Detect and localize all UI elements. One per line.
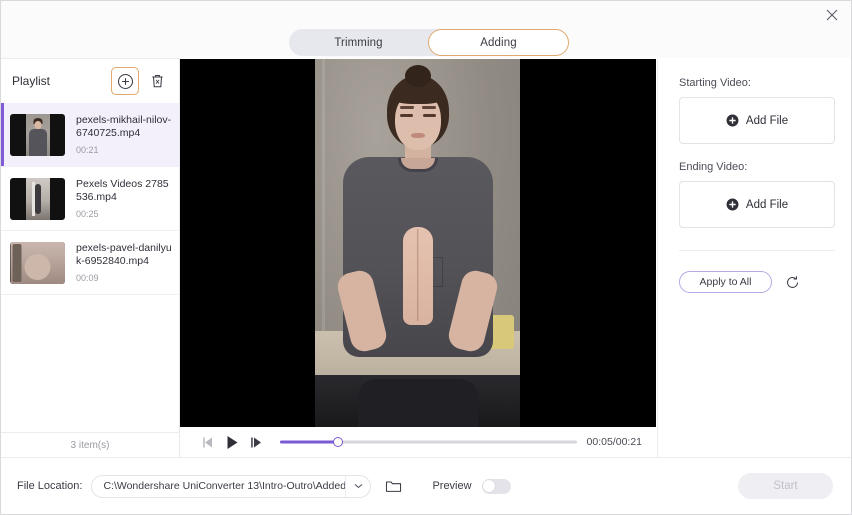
add-starting-video-button[interactable]: Add File bbox=[679, 97, 835, 144]
chevron-down-icon bbox=[354, 483, 363, 489]
toggle-knob bbox=[483, 480, 496, 492]
reset-icon bbox=[787, 275, 798, 288]
list-item-duration: 00:09 bbox=[76, 273, 99, 283]
title-bar bbox=[1, 1, 851, 28]
file-location-value: C:\Wondershare UniConverter 13\Intro-Out… bbox=[103, 480, 346, 492]
start-button-label: Start bbox=[773, 480, 798, 492]
subject-fringe bbox=[390, 87, 445, 104]
playlist-header: Playlist bbox=[1, 59, 179, 103]
apply-to-all-label: Apply to All bbox=[699, 276, 752, 288]
playback-time: 00:05/00:21 bbox=[586, 436, 642, 448]
slider-handle[interactable] bbox=[332, 437, 343, 447]
subject-legs bbox=[357, 379, 478, 427]
list-item-duration: 00:25 bbox=[76, 209, 99, 219]
file-location-dropdown-button[interactable] bbox=[345, 475, 370, 497]
eyebrow-left bbox=[399, 106, 414, 109]
folder-icon bbox=[385, 480, 401, 492]
file-location-field[interactable]: C:\Wondershare UniConverter 13\Intro-Out… bbox=[91, 474, 372, 498]
list-item[interactable]: pexels-mikhail-nilov-6740725.mp4 00:21 bbox=[1, 103, 179, 167]
list-item-meta: pexels-pavel-danilyuk-6952840.mp4 00:09 bbox=[65, 242, 179, 283]
close-icon bbox=[826, 9, 838, 20]
video-preview-stage[interactable] bbox=[180, 59, 656, 427]
panel-spacer bbox=[679, 144, 832, 161]
list-item-name: pexels-pavel-danilyuk-6952840.mp4 bbox=[76, 242, 172, 267]
intro-outro-panel: Starting Video: Add File Ending Video: A… bbox=[657, 59, 851, 458]
add-ending-video-button[interactable]: Add File bbox=[679, 181, 835, 228]
list-item-meta: pexels-mikhail-nilov-6740725.mp4 00:21 bbox=[65, 114, 179, 155]
eye-right-closed bbox=[422, 114, 436, 117]
list-item[interactable]: Pexels Videos 2785536.mp4 00:25 bbox=[1, 167, 179, 231]
tab-bar: Trimming Adding bbox=[1, 28, 851, 58]
list-item-name: Pexels Videos 2785536.mp4 bbox=[76, 178, 169, 203]
apply-to-all-button[interactable]: Apply to All bbox=[679, 271, 772, 293]
preview-control: Preview bbox=[432, 478, 511, 494]
playlist-actions bbox=[111, 67, 171, 95]
playlist-sidebar: Playlist pexels-mikhail-nilov-6740725.mp… bbox=[1, 58, 180, 458]
play-icon bbox=[227, 435, 238, 449]
slider-fill bbox=[280, 440, 338, 444]
video-thumbnail bbox=[10, 241, 65, 284]
bottom-toolbar: File Location: C:\Wondershare UniConvert… bbox=[1, 457, 851, 514]
open-folder-button[interactable] bbox=[380, 474, 406, 498]
playlist-items: pexels-mikhail-nilov-6740725.mp4 00:21 P… bbox=[1, 103, 179, 432]
list-item[interactable]: pexels-pavel-danilyuk-6952840.mp4 00:09 bbox=[1, 231, 179, 295]
playback-slider[interactable] bbox=[280, 435, 577, 449]
step-forward-icon bbox=[251, 437, 261, 447]
reset-button[interactable] bbox=[785, 275, 800, 290]
lips bbox=[410, 133, 425, 138]
next-frame-button[interactable] bbox=[244, 431, 268, 453]
plus-circle-filled-icon bbox=[726, 198, 739, 211]
add-starting-video-label: Add File bbox=[745, 114, 789, 127]
list-item-duration: 00:21 bbox=[76, 145, 99, 155]
eye-left-closed bbox=[399, 114, 413, 117]
panel-divider bbox=[679, 250, 835, 251]
tab-trimming[interactable]: Trimming bbox=[289, 29, 428, 56]
subject-hair-bun bbox=[404, 65, 431, 87]
start-button[interactable]: Start bbox=[738, 473, 833, 499]
close-button[interactable] bbox=[813, 1, 851, 28]
mode-segmented-control: Trimming Adding bbox=[289, 29, 569, 56]
play-button[interactable] bbox=[220, 431, 244, 453]
add-media-button[interactable] bbox=[111, 67, 139, 95]
starting-video-label: Starting Video: bbox=[679, 77, 751, 89]
eyebrow-right bbox=[421, 106, 436, 109]
uniconverter-intro-outro-window: Trimming Adding Playlist pexels-mikhail-… bbox=[0, 0, 852, 515]
player-controls: 00:05/00:21 bbox=[180, 427, 656, 458]
hand-split bbox=[416, 229, 419, 321]
plus-circle-filled-icon bbox=[726, 114, 739, 127]
playlist-count: 3 item(s) bbox=[1, 432, 179, 458]
preview-label: Preview bbox=[432, 480, 472, 492]
panel-actions: Apply to All bbox=[679, 271, 832, 293]
ending-video-label: Ending Video: bbox=[679, 161, 748, 173]
tab-adding[interactable]: Adding bbox=[428, 29, 569, 56]
tab-trimming-label: Trimming bbox=[334, 36, 383, 49]
add-ending-video-label: Add File bbox=[745, 198, 789, 211]
video-thumbnail bbox=[10, 177, 65, 220]
video-thumbnail bbox=[10, 113, 65, 156]
list-item-name: pexels-mikhail-nilov-6740725.mp4 bbox=[76, 114, 172, 139]
step-backward-icon bbox=[203, 437, 212, 447]
playlist-title: Playlist bbox=[12, 74, 51, 88]
previous-frame-button[interactable] bbox=[196, 431, 220, 453]
list-item-meta: Pexels Videos 2785536.mp4 00:25 bbox=[65, 178, 179, 219]
file-location-label: File Location: bbox=[17, 480, 83, 492]
delete-media-button[interactable] bbox=[143, 67, 171, 95]
preview-toggle[interactable] bbox=[481, 478, 511, 494]
video-frame bbox=[315, 59, 520, 427]
circle-plus-icon bbox=[117, 73, 133, 89]
tab-adding-label: Adding bbox=[480, 36, 517, 49]
trash-icon bbox=[151, 74, 163, 88]
